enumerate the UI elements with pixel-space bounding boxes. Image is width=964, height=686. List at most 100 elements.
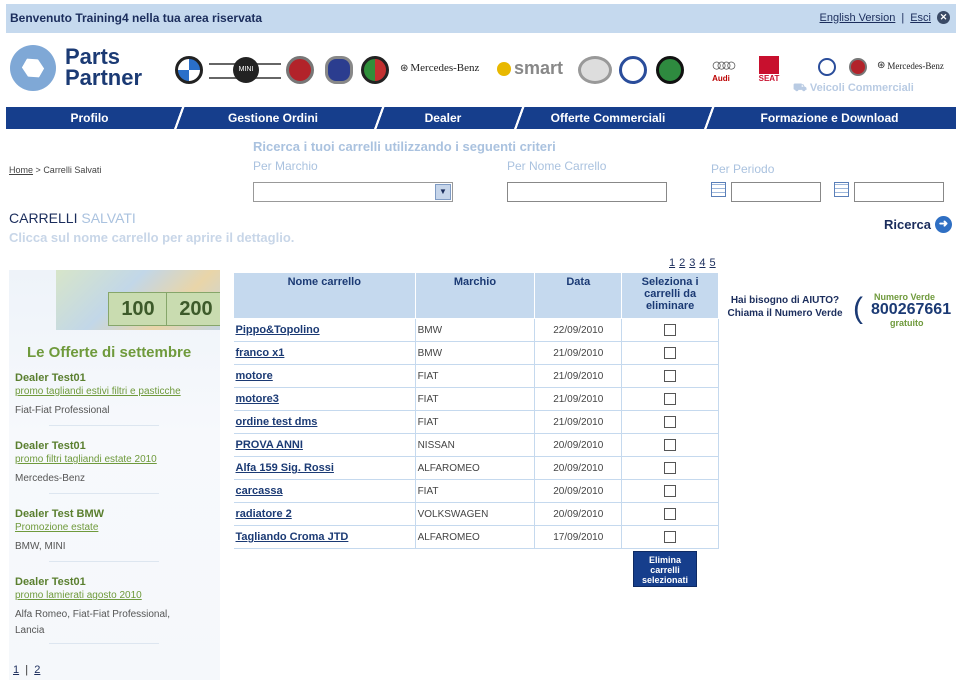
volkswagen-logo-icon[interactable] xyxy=(619,56,647,84)
skoda-logo-icon[interactable] xyxy=(656,56,684,84)
cart-select-checkbox[interactable] xyxy=(664,324,677,337)
cart-name-link[interactable]: PROVA ANNI xyxy=(236,439,303,451)
cart-select-checkbox[interactable] xyxy=(664,508,677,521)
cart-select-checkbox[interactable] xyxy=(664,439,677,452)
period-filter-label: Per Periodo xyxy=(711,162,775,176)
table-row: Tagliando Croma JTD ALFAROMEO 17/09/2010 xyxy=(233,525,719,549)
mini-logo-icon[interactable]: MINI xyxy=(209,57,281,83)
table-row: Pippo&Topolino BMW 22/09/2010 xyxy=(233,318,719,342)
cart-brand: FIAT xyxy=(415,479,536,503)
cart-name-link[interactable]: motore3 xyxy=(236,393,279,405)
divider xyxy=(49,493,159,494)
lancia-logo-icon[interactable] xyxy=(325,56,353,84)
seat-logo-icon[interactable]: SEAT xyxy=(751,56,787,83)
page-title: CARRELLI SALVATI xyxy=(9,210,136,226)
chevron-down-icon[interactable]: ▼ xyxy=(435,184,451,200)
offer-link[interactable]: Promozione estate xyxy=(15,522,215,533)
table-row: carcassa FIAT 20/09/2010 xyxy=(233,479,719,503)
page-link-5[interactable]: 5 xyxy=(710,257,716,269)
cart-select-checkbox[interactable] xyxy=(664,370,677,383)
cart-select-checkbox[interactable] xyxy=(664,531,677,544)
page-link-4[interactable]: 4 xyxy=(699,257,705,269)
bmw-logo-icon[interactable] xyxy=(175,56,203,84)
offer-brands: Fiat-Fiat Professional xyxy=(15,405,110,416)
offer-brands: Alfa Romeo, Fiat-Fiat Professional, Lanc… xyxy=(15,609,171,636)
cart-date: 20/09/2010 xyxy=(534,433,623,457)
cart-brand: FIAT xyxy=(415,364,536,388)
calendar-from-icon[interactable] xyxy=(711,182,726,197)
fiat-professional-logo-icon[interactable] xyxy=(849,58,867,76)
audi-logo-icon[interactable]: ○○○○ Audi xyxy=(695,56,747,83)
toll-free-badge[interactable]: ( Numero Verde 800267661 gratuito xyxy=(853,292,951,330)
logout-link[interactable]: Esci xyxy=(910,12,931,24)
cart-name-link[interactable]: Tagliando Croma JTD xyxy=(236,531,349,543)
welcome-message: Benvenuto Training4 nella tua area riser… xyxy=(10,11,263,25)
cart-name-link[interactable]: radiatore 2 xyxy=(236,508,292,520)
cart-name-input[interactable] xyxy=(507,182,667,202)
offer-link[interactable]: promo tagliandi estivi filtri e pasticch… xyxy=(15,386,215,397)
arrow-right-icon: ➜ xyxy=(934,216,952,233)
cart-name-link[interactable]: motore xyxy=(236,370,273,382)
nav-gestione-ordini[interactable]: Gestione Ordini xyxy=(173,107,373,129)
cart-name-link[interactable]: franco x1 xyxy=(236,347,285,359)
nav-divider xyxy=(702,107,716,129)
nav-divider xyxy=(172,107,186,129)
date-to-input[interactable] xyxy=(854,182,944,202)
cart-brand: BMW xyxy=(415,341,536,365)
offer-link[interactable]: promo lamierati agosto 2010 xyxy=(15,590,215,601)
cart-date: 20/09/2010 xyxy=(534,479,623,503)
page-link-3[interactable]: 3 xyxy=(689,257,695,269)
smart-logo-icon[interactable]: smart xyxy=(497,58,563,79)
delete-selected-carts-button[interactable]: Elimina carrelli selezionati xyxy=(633,551,697,587)
cart-select-checkbox[interactable] xyxy=(664,347,677,360)
mercedes-logo-icon[interactable]: ⊛ Mercedes-Benz xyxy=(400,62,479,74)
brand-select[interactable]: ▼ xyxy=(253,182,453,202)
english-version-link[interactable]: English Version xyxy=(820,12,896,24)
nav-dealer[interactable]: Dealer xyxy=(373,107,513,129)
cart-name-link[interactable]: carcassa xyxy=(236,485,283,497)
banknote: 200 xyxy=(166,292,220,326)
mercedes-commercial-logo-icon[interactable]: ⊛ Mercedes-Benz xyxy=(877,60,944,71)
breadcrumb-current: Carrelli Salvati xyxy=(43,165,102,175)
cart-select-checkbox[interactable] xyxy=(664,393,677,406)
fiat-logo-icon[interactable] xyxy=(286,56,314,84)
calendar-to-icon[interactable] xyxy=(834,182,849,197)
col-header-brand[interactable]: Marchio xyxy=(414,272,536,319)
nav-profilo[interactable]: Profilo xyxy=(6,107,173,129)
nav-offerte-commerciali[interactable]: Offerte Commerciali xyxy=(513,107,703,129)
date-from-input[interactable] xyxy=(731,182,821,202)
offer-item: Dealer Test01 promo lamierati agosto 201… xyxy=(15,576,215,639)
alfa-romeo-logo-icon[interactable] xyxy=(361,56,389,84)
offers-page-2[interactable]: 2 xyxy=(34,664,40,676)
cart-name-link[interactable]: Pippo&Topolino xyxy=(236,324,320,336)
table-row: motore3 FIAT 21/09/2010 xyxy=(233,387,719,411)
breadcrumb-home[interactable]: Home xyxy=(9,165,33,175)
page-link-1[interactable]: 1 xyxy=(669,257,675,269)
page-subtitle: Clicca sul nome carrello per aprire il d… xyxy=(9,230,295,245)
offer-item: Dealer Test01 promo tagliandi estivi fil… xyxy=(15,372,215,419)
col-header-date[interactable]: Data xyxy=(534,272,623,319)
divider xyxy=(49,561,159,562)
cart-date: 20/09/2010 xyxy=(534,502,623,526)
vw-commercial-logo-icon[interactable] xyxy=(818,58,836,76)
nissan-logo-icon[interactable] xyxy=(578,56,612,84)
cart-date: 22/09/2010 xyxy=(534,318,623,342)
cart-select-checkbox[interactable] xyxy=(664,416,677,429)
cart-select-checkbox[interactable] xyxy=(664,485,677,498)
breadcrumb: Home > Carrelli Salvati xyxy=(9,165,102,175)
search-title: Ricerca i tuoi carrelli utilizzando i se… xyxy=(253,139,556,154)
nav-formazione-download[interactable]: Formazione e Download xyxy=(703,107,956,129)
offers-page-1[interactable]: 1 xyxy=(13,664,19,676)
parts-partner-logo[interactable]: Parts Partner xyxy=(10,42,155,94)
page-link-2[interactable]: 2 xyxy=(679,257,685,269)
cart-select-checkbox[interactable] xyxy=(664,462,677,475)
veicoli-commerciali-label: ⛟ Veicoli Commerciali xyxy=(793,82,914,94)
cart-date: 21/09/2010 xyxy=(534,364,623,388)
logout-icon[interactable]: ✕ xyxy=(937,11,950,24)
col-header-name[interactable]: Nome carrello xyxy=(233,272,416,319)
cart-name-link[interactable]: ordine test dms xyxy=(236,416,318,428)
search-button[interactable]: Ricerca ➜ xyxy=(884,216,952,233)
top-links: English Version | Esci ✕ xyxy=(820,11,950,24)
cart-name-link[interactable]: Alfa 159 Sig. Rossi xyxy=(236,462,334,474)
offer-link[interactable]: promo filtri tagliandi estate 2010 xyxy=(15,454,215,465)
